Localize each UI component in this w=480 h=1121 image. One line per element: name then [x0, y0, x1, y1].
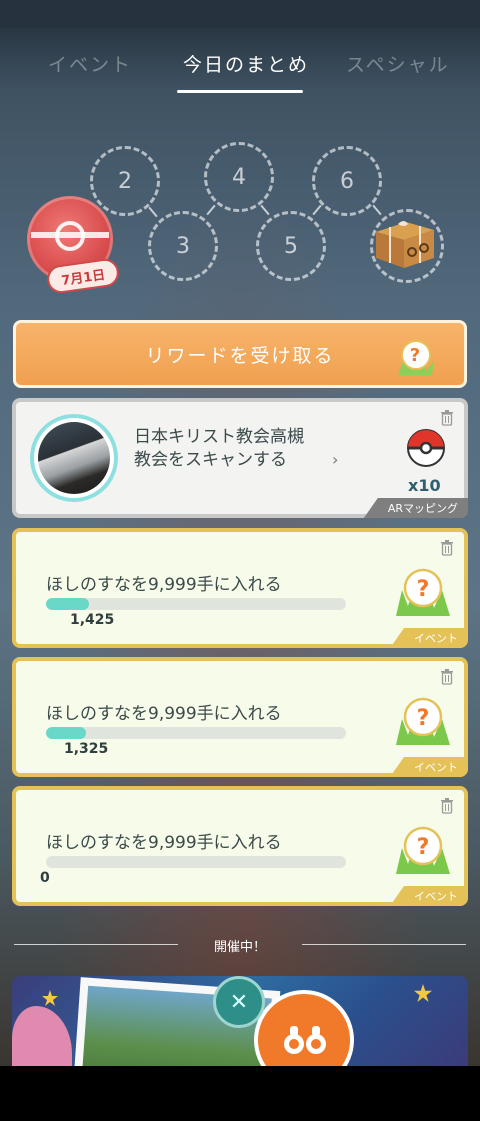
stamp-day-3: 3: [148, 211, 218, 281]
mystery-reward-icon: ?: [396, 697, 450, 745]
svg-text:?: ?: [417, 835, 430, 860]
progress-bar: [46, 727, 346, 739]
trash-icon[interactable]: [440, 410, 454, 426]
svg-text:?: ?: [417, 577, 430, 602]
event-tag: イベント: [390, 628, 468, 648]
status-bar: [0, 0, 480, 28]
progress-fill: [46, 598, 89, 610]
event-task-card[interactable]: ほしのすなを9,999手に入れる 0 ? イベント: [12, 786, 468, 906]
star-icon: [42, 990, 58, 1006]
ar-mapping-tag: ARマッピング: [363, 498, 468, 518]
claim-reward-label: リワードを受け取る: [145, 344, 335, 367]
event-tag: イベント: [390, 757, 468, 777]
progress-bar: [46, 598, 346, 610]
mystery-reward-icon: ?: [396, 568, 450, 616]
svg-text:?: ?: [410, 345, 422, 366]
stamp-connector: [206, 204, 216, 216]
system-nav-bar: [0, 1066, 480, 1121]
mystery-reward-icon: ?: [396, 826, 450, 874]
progress-value: 1,325: [64, 741, 109, 757]
event-task-card[interactable]: ほしのすなを9,999手に入れる 1,325 ? イベント: [12, 657, 468, 777]
svg-text:?: ?: [417, 706, 430, 731]
star-icon: [414, 984, 432, 1002]
trash-icon[interactable]: [440, 798, 454, 814]
ar-task-title: 日本キリスト教会高槻教会をスキャンする: [134, 427, 304, 470]
banner-decoration: [12, 1006, 72, 1066]
mystery-reward-icon: ?: [398, 340, 434, 375]
poke-ball-icon: [407, 429, 445, 467]
tab-special[interactable]: スペシャル: [346, 50, 450, 77]
event-task-title: ほしのすなを9,999手に入れる: [46, 575, 282, 595]
progress-value: 1,425: [70, 612, 115, 628]
research-box-icon: [376, 221, 434, 268]
section-label: 開催中！: [213, 940, 266, 955]
stamp-connector: [372, 204, 382, 216]
progress-fill: [46, 727, 86, 739]
tab-active-indicator: [177, 90, 303, 93]
trash-icon[interactable]: [440, 540, 454, 556]
section-divider-right: [302, 944, 466, 945]
event-task-card[interactable]: ほしのすなを9,999手に入れる 1,425 ? イベント: [12, 528, 468, 648]
event-task-title: ほしのすなを9,999手に入れる: [46, 704, 282, 724]
poi-photo: [30, 414, 118, 502]
event-tag: イベント: [390, 886, 468, 906]
close-icon[interactable]: ✕: [213, 976, 265, 1028]
section-divider-left: [14, 944, 178, 945]
stamp-connector: [148, 206, 158, 218]
reward-count: x10: [408, 476, 441, 495]
progress-value: 0: [40, 870, 50, 886]
tab-event[interactable]: イベント: [48, 50, 132, 77]
app-screen: イベント 今日のまとめ スペシャル 7月1日 2 3 4 5 6 リワードを受け…: [0, 0, 480, 1066]
tab-bar: イベント 今日のまとめ スペシャル: [0, 50, 480, 94]
stamp-day-4: 4: [204, 142, 274, 212]
stamp-connector: [312, 204, 322, 216]
trash-icon[interactable]: [440, 669, 454, 685]
claim-reward-button[interactable]: リワードを受け取る ?: [13, 320, 467, 388]
ar-mapping-task-card[interactable]: 日本キリスト教会高槻教会をスキャンする › x10 ARマッピング: [12, 398, 468, 518]
stamp-connector: [260, 204, 270, 216]
chevron-right-icon[interactable]: ›: [332, 450, 338, 469]
event-task-title: ほしのすなを9,999手に入れる: [46, 833, 282, 853]
tab-today-summary[interactable]: 今日のまとめ: [183, 50, 309, 77]
progress-bar: [46, 856, 346, 868]
stamp-day-5: 5: [256, 211, 326, 281]
